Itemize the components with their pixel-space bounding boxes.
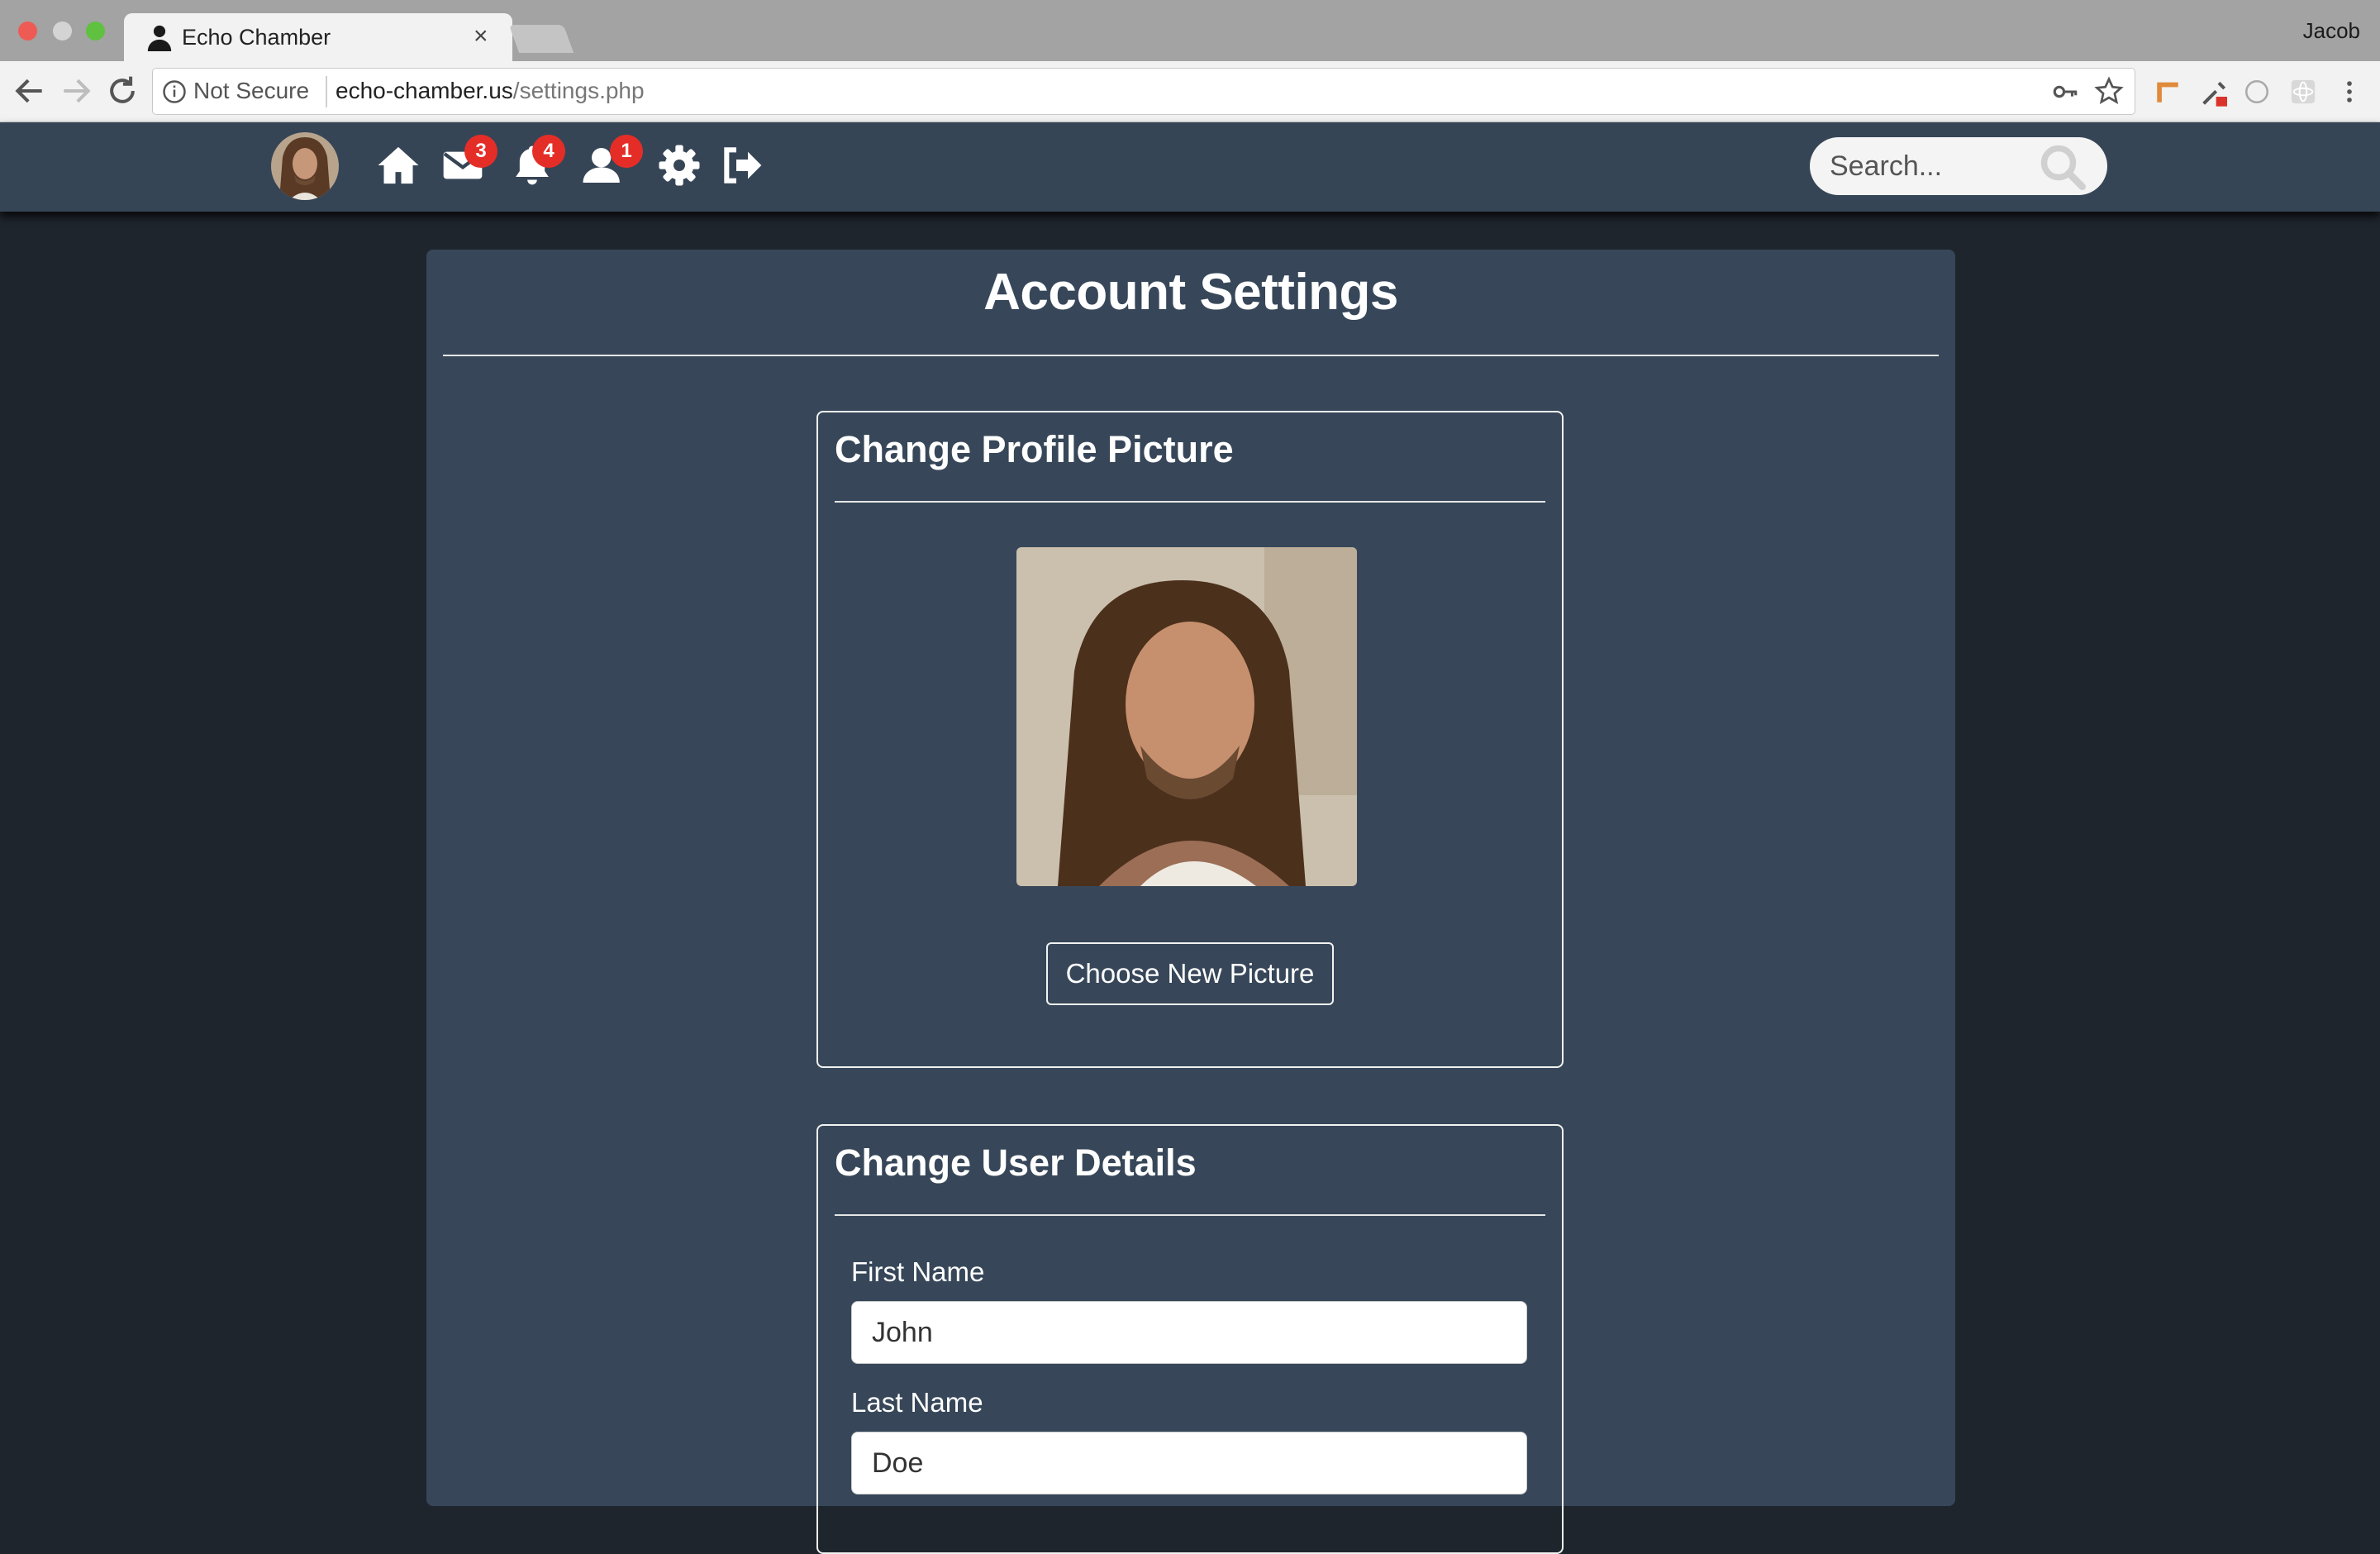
first-name-field[interactable]	[851, 1301, 1527, 1364]
messages-badge: 3	[464, 135, 497, 168]
last-name-label: Last Name	[851, 1387, 983, 1418]
first-name-label: First Name	[851, 1256, 985, 1287]
key-icon[interactable]	[2051, 78, 2079, 106]
user-silhouette-icon	[147, 25, 172, 51]
user-details-divider	[835, 1214, 1545, 1216]
profile-picture-heading: Change Profile Picture	[835, 428, 1234, 470]
address-divider	[326, 76, 327, 107]
extension-circle-icon[interactable]	[2243, 78, 2271, 106]
extension-react-icon[interactable]	[2289, 78, 2317, 106]
notifications-badge: 4	[532, 135, 565, 168]
reload-icon[interactable]	[104, 73, 140, 109]
url-host: echo-chamber.us	[336, 78, 513, 103]
user-details-heading: Change User Details	[835, 1142, 1197, 1184]
close-window-button[interactable]	[18, 21, 37, 41]
url-text[interactable]: echo-chamber.us/settings.php	[336, 78, 645, 104]
star-icon[interactable]	[2094, 76, 2124, 106]
tab-title: Echo Chamber	[182, 25, 331, 50]
page-title: Account Settings	[983, 264, 1398, 321]
friend-requests-badge: 1	[610, 135, 643, 168]
info-icon[interactable]	[162, 79, 187, 104]
forward-arrow-icon[interactable]	[58, 73, 94, 109]
sign-out-icon[interactable]	[719, 142, 765, 188]
search-input[interactable]	[1828, 145, 2026, 187]
extension-ruler-icon[interactable]	[2154, 78, 2182, 106]
profile-picture-divider	[835, 501, 1545, 503]
nav-avatar[interactable]	[271, 132, 339, 200]
home-icon[interactable]	[375, 142, 421, 188]
choose-new-picture-button[interactable]: Choose New Picture	[1046, 942, 1334, 1005]
search-icon[interactable]	[2038, 142, 2087, 192]
maximize-window-button[interactable]	[86, 21, 105, 41]
security-label[interactable]: Not Secure	[193, 78, 309, 104]
extension-eyedropper-icon[interactable]	[2198, 76, 2231, 109]
profile-picture	[1016, 547, 1357, 886]
url-path: /settings.php	[512, 78, 645, 103]
last-name-field[interactable]	[851, 1432, 1527, 1494]
new-tab-button[interactable]	[508, 25, 574, 53]
tab-close-icon[interactable]: ×	[474, 22, 488, 50]
title-divider	[443, 355, 1939, 356]
browser-profile-name[interactable]: Jacob	[2303, 18, 2360, 44]
menu-kebab-icon[interactable]	[2335, 78, 2363, 106]
gear-icon[interactable]	[656, 142, 702, 188]
minimize-window-button[interactable]	[53, 21, 72, 41]
back-arrow-icon[interactable]	[12, 73, 48, 109]
